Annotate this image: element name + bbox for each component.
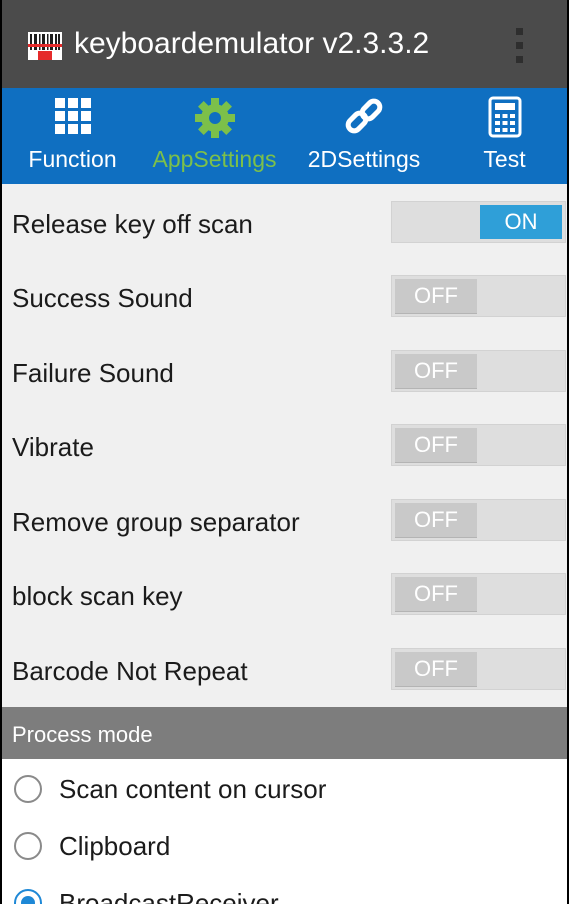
toggle-state: OFF [395, 577, 477, 611]
tab-test-label: Test [483, 146, 526, 172]
calculator-icon [488, 96, 521, 138]
barcode-scanner-icon [28, 32, 62, 60]
toggle-state: OFF [395, 428, 477, 462]
tab-2dsettings-label: 2DSettings [307, 146, 421, 172]
radio-clipboard[interactable]: Clipboard [2, 818, 567, 875]
tab-appsettings[interactable]: AppSettings [143, 88, 286, 184]
setting-block-scan-key: block scan key OFF [2, 559, 567, 633]
tab-appsettings-label: AppSettings [152, 146, 277, 172]
toggle-switch[interactable]: OFF [391, 275, 566, 317]
radio-button[interactable] [14, 775, 42, 803]
setting-barcode-not-repeat: Barcode Not Repeat OFF [2, 634, 567, 708]
toggle-switch[interactable]: ON [391, 201, 566, 243]
toggle-switch[interactable]: OFF [391, 424, 566, 466]
link-icon [345, 98, 383, 134]
tab-bar: Function AppSettings 2DSettings Test [2, 88, 567, 184]
grid-icon [54, 98, 91, 134]
setting-vibrate: Vibrate OFF [2, 410, 567, 484]
radio-button[interactable] [14, 832, 42, 860]
radio-label: BroadcastReceiver [59, 888, 279, 904]
radio-button[interactable] [14, 889, 42, 904]
toggle-switch[interactable]: OFF [391, 499, 566, 541]
process-mode-options: Scan content on cursor Clipboard Broadca… [2, 759, 567, 904]
radio-label: Scan content on cursor [59, 774, 327, 804]
radio-broadcastreceiver[interactable]: BroadcastReceiver [2, 875, 567, 904]
section-header-process-mode: Process mode [2, 707, 567, 759]
setting-remove-group-separator: Remove group separator OFF [2, 485, 567, 559]
tab-2dsettings[interactable]: 2DSettings [286, 88, 442, 184]
setting-label: Vibrate [12, 432, 94, 462]
setting-label: Remove group separator [12, 507, 300, 537]
action-bar: keyboardemulator v2.3.3.2 [2, 0, 567, 88]
toggle-state: ON [480, 205, 562, 239]
app-title: keyboardemulator v2.3.3.2 [74, 27, 430, 60]
toggle-state: OFF [395, 279, 477, 313]
setting-label: Failure Sound [12, 358, 174, 388]
tab-function[interactable]: Function [2, 88, 143, 184]
tab-test[interactable]: Test [442, 88, 567, 184]
toggle-switch[interactable]: OFF [391, 573, 566, 615]
toggle-state: OFF [395, 652, 477, 686]
setting-label: Barcode Not Repeat [12, 656, 248, 686]
toggle-switch[interactable]: OFF [391, 350, 566, 392]
toggle-switch[interactable]: OFF [391, 648, 566, 690]
setting-failure-sound: Failure Sound OFF [2, 336, 567, 410]
gear-icon [194, 98, 235, 138]
overflow-menu-icon[interactable] [508, 26, 530, 66]
radio-scan-content-on-cursor[interactable]: Scan content on cursor [2, 761, 567, 818]
toggle-state: OFF [395, 354, 477, 388]
setting-release-key-off-scan: Release key off scan ON [2, 187, 567, 261]
tab-function-label: Function [28, 146, 117, 172]
setting-label: Release key off scan [12, 209, 253, 239]
setting-label: Success Sound [12, 283, 193, 313]
radio-label: Clipboard [59, 831, 171, 861]
app-screen: keyboardemulator v2.3.3.2 Function AppSe… [2, 0, 567, 904]
setting-success-sound: Success Sound OFF [2, 261, 567, 335]
toggle-state: OFF [395, 503, 477, 537]
setting-label: block scan key [12, 581, 183, 611]
